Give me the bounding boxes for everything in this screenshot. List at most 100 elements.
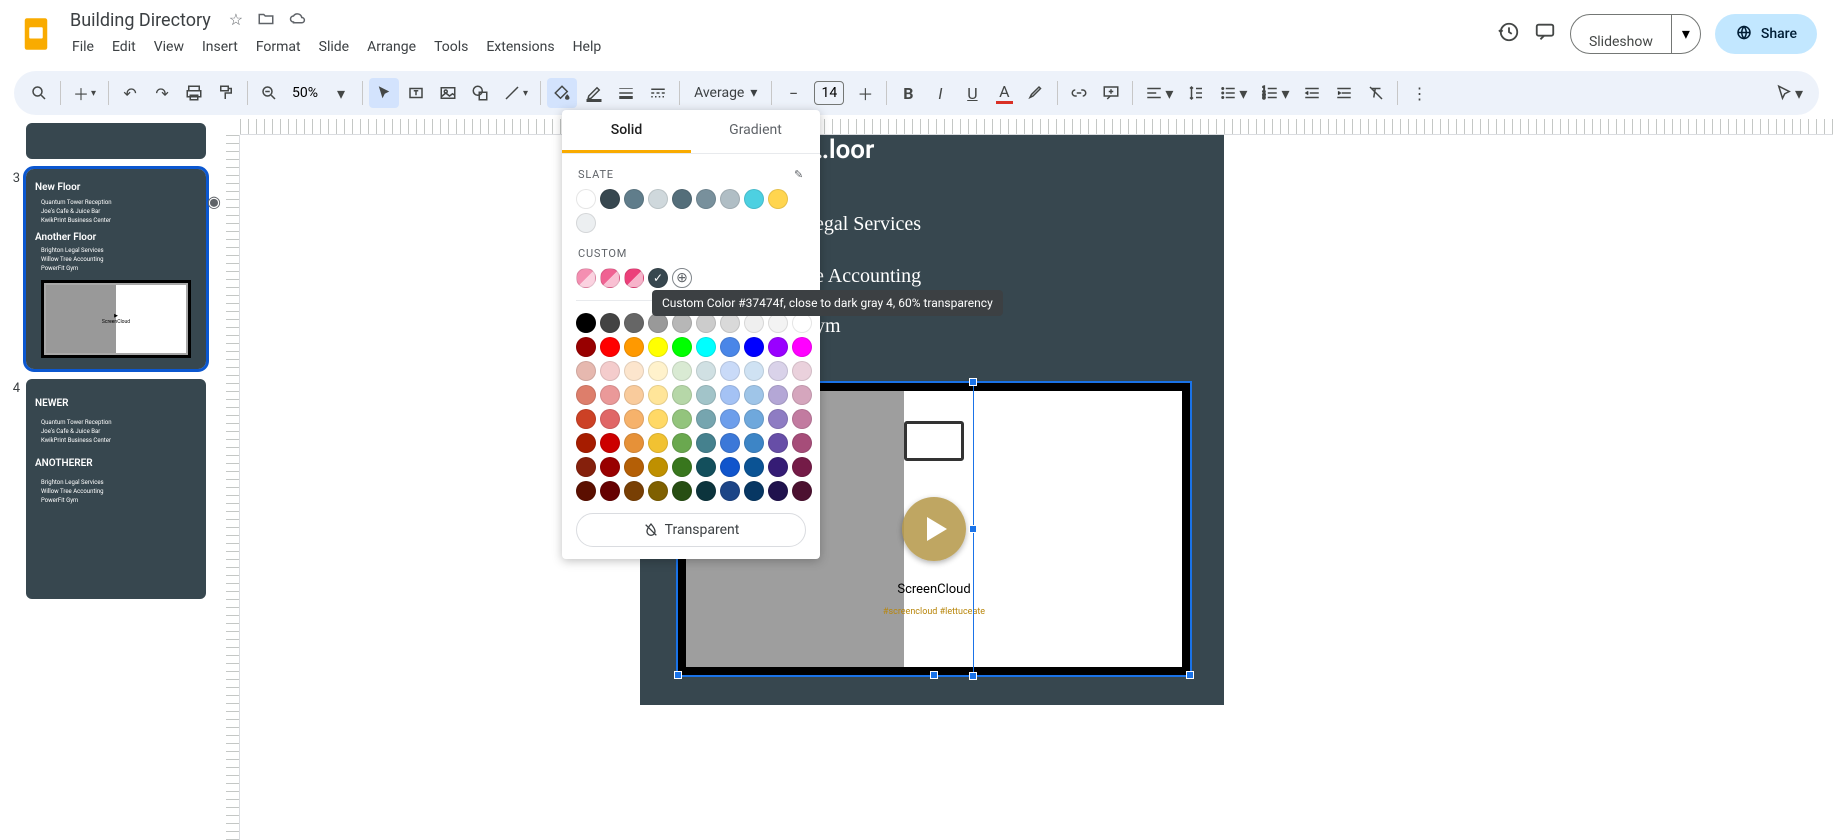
comments-icon[interactable]	[1534, 21, 1556, 47]
comment-add-icon[interactable]	[1096, 78, 1126, 108]
color-swatch[interactable]	[792, 409, 812, 429]
color-swatch[interactable]	[768, 313, 788, 333]
color-swatch[interactable]	[600, 433, 620, 453]
zoom-out-icon[interactable]	[254, 78, 284, 108]
color-swatch[interactable]	[672, 189, 692, 209]
menu-slide[interactable]: Slide	[311, 35, 357, 59]
color-swatch[interactable]	[744, 433, 764, 453]
color-swatch[interactable]	[792, 337, 812, 357]
color-swatch[interactable]	[648, 313, 668, 333]
color-swatch[interactable]	[672, 433, 692, 453]
slides-app-icon[interactable]	[16, 14, 56, 54]
menu-view[interactable]: View	[146, 35, 192, 59]
color-swatch[interactable]	[792, 481, 812, 501]
underline-icon[interactable]: U	[957, 78, 987, 108]
color-swatch[interactable]	[672, 337, 692, 357]
color-swatch[interactable]	[600, 337, 620, 357]
color-swatch[interactable]	[720, 433, 740, 453]
color-swatch[interactable]	[576, 189, 596, 209]
color-swatch[interactable]	[648, 385, 668, 405]
cloud-status-icon[interactable]	[289, 10, 307, 32]
color-swatch[interactable]	[696, 457, 716, 477]
color-swatch[interactable]	[792, 433, 812, 453]
color-swatch[interactable]	[696, 385, 716, 405]
clear-format-icon[interactable]	[1361, 78, 1391, 108]
color-swatch[interactable]	[624, 385, 644, 405]
color-swatch[interactable]	[768, 337, 788, 357]
custom-color-swatch[interactable]	[648, 268, 668, 288]
color-swatch[interactable]	[624, 189, 644, 209]
color-swatch[interactable]	[624, 361, 644, 381]
selection-handle[interactable]	[969, 672, 977, 680]
color-swatch[interactable]	[768, 481, 788, 501]
menu-file[interactable]: File	[64, 35, 102, 59]
print-icon[interactable]	[179, 78, 209, 108]
numbered-list-icon[interactable]: 123▾	[1255, 78, 1295, 108]
color-swatch[interactable]	[624, 457, 644, 477]
italic-icon[interactable]: I	[925, 78, 955, 108]
color-swatch[interactable]	[792, 457, 812, 477]
border-dash-icon[interactable]	[643, 78, 673, 108]
undo-icon[interactable]: ↶	[115, 78, 145, 108]
textbox-icon[interactable]	[401, 78, 431, 108]
indent-increase-icon[interactable]	[1329, 78, 1359, 108]
menu-insert[interactable]: Insert	[194, 35, 246, 59]
custom-color-swatch[interactable]	[600, 268, 620, 288]
color-swatch[interactable]	[600, 385, 620, 405]
menu-extensions[interactable]: Extensions	[478, 35, 562, 59]
color-swatch[interactable]	[672, 481, 692, 501]
canvas-area[interactable]: …loor …egal Services …e Accounting …ym S…	[226, 119, 1833, 840]
color-swatch[interactable]	[744, 481, 764, 501]
color-swatch[interactable]	[576, 481, 596, 501]
color-swatch[interactable]	[768, 433, 788, 453]
color-swatch[interactable]	[624, 313, 644, 333]
color-swatch[interactable]	[720, 337, 740, 357]
text-color-icon[interactable]: A	[989, 78, 1019, 108]
color-swatch[interactable]	[744, 409, 764, 429]
color-swatch[interactable]	[648, 409, 668, 429]
color-swatch[interactable]	[720, 189, 740, 209]
color-swatch[interactable]	[720, 313, 740, 333]
color-swatch[interactable]	[576, 409, 596, 429]
slideshow-dropdown-icon[interactable]: ▾	[1671, 15, 1700, 53]
color-swatch[interactable]	[744, 189, 764, 209]
add-custom-color-icon[interactable]: ⊕	[672, 268, 692, 288]
color-swatch[interactable]	[600, 409, 620, 429]
slide-thumbnail-2[interactable]	[26, 123, 206, 159]
color-swatch[interactable]	[600, 189, 620, 209]
fill-color-icon[interactable]	[547, 78, 577, 108]
tab-solid[interactable]: Solid	[562, 110, 691, 153]
link-icon[interactable]	[1064, 78, 1094, 108]
color-swatch[interactable]	[768, 385, 788, 405]
color-swatch[interactable]	[576, 385, 596, 405]
edit-theme-colors-icon[interactable]: ✎	[794, 168, 804, 181]
color-swatch[interactable]	[696, 313, 716, 333]
color-swatch[interactable]	[648, 361, 668, 381]
font-selector[interactable]: Average ▾	[686, 85, 765, 101]
color-swatch[interactable]	[672, 313, 692, 333]
bullet-list-icon[interactable]: ▾	[1213, 78, 1253, 108]
color-swatch[interactable]	[624, 409, 644, 429]
slide-thumbnail-4[interactable]: NEWER Quantum Tower Reception Joe's Cafe…	[26, 379, 206, 599]
select-tool-icon[interactable]	[369, 78, 399, 108]
color-swatch[interactable]	[624, 337, 644, 357]
color-swatch[interactable]	[600, 361, 620, 381]
move-icon[interactable]	[257, 10, 275, 32]
menu-help[interactable]: Help	[565, 35, 610, 59]
color-swatch[interactable]	[696, 189, 716, 209]
color-swatch[interactable]	[720, 409, 740, 429]
font-size-input[interactable]	[814, 81, 844, 105]
color-swatch[interactable]	[576, 337, 596, 357]
color-swatch[interactable]	[696, 433, 716, 453]
star-icon[interactable]: ☆	[229, 10, 243, 32]
color-swatch[interactable]	[672, 409, 692, 429]
font-size-decrease[interactable]: −	[778, 78, 808, 108]
line-spacing-icon[interactable]	[1181, 78, 1211, 108]
color-swatch[interactable]	[744, 457, 764, 477]
color-swatch[interactable]	[576, 433, 596, 453]
selection-handle[interactable]	[930, 671, 938, 679]
menu-format[interactable]: Format	[248, 35, 309, 59]
document-title[interactable]: Building Directory	[64, 8, 217, 33]
align-icon[interactable]: ▾	[1139, 78, 1179, 108]
color-swatch[interactable]	[744, 313, 764, 333]
